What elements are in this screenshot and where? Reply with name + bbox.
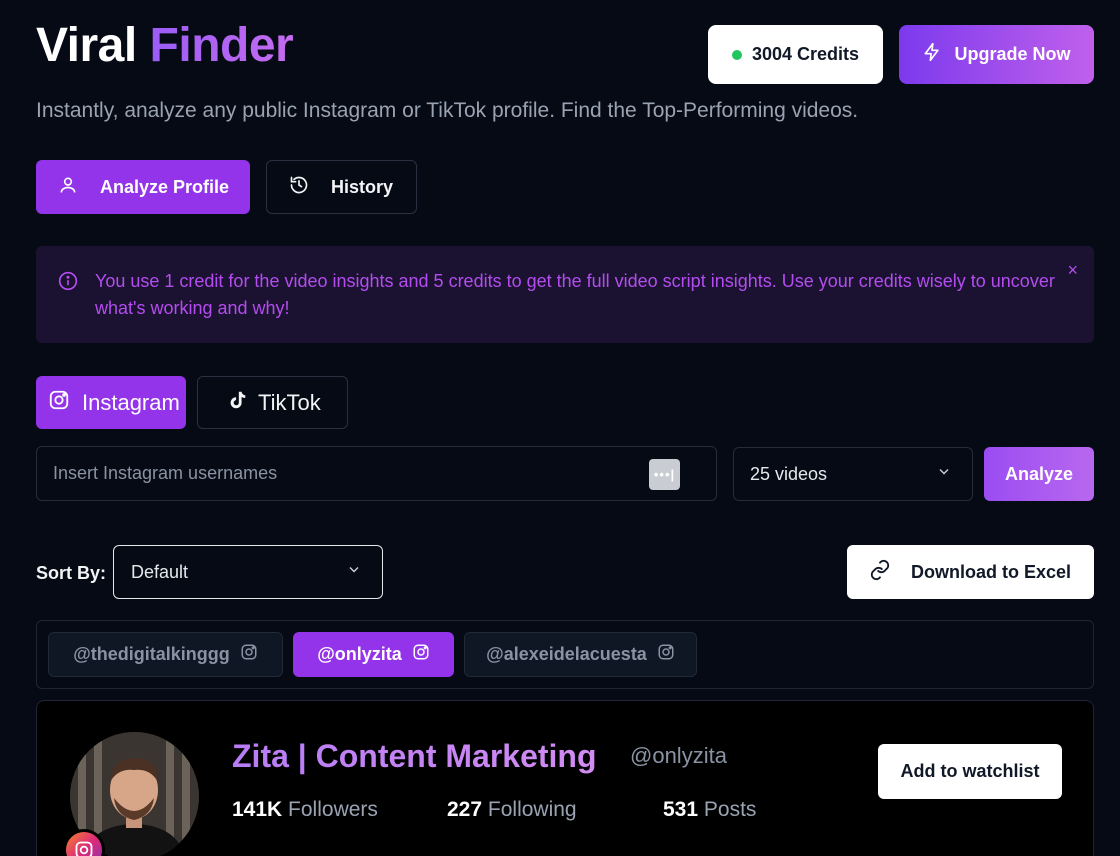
profile-card: Zita | Content Marketing @onlyzita 141K … [36,700,1094,856]
sort-select[interactable]: Default [113,545,383,599]
video-count-value: 25 videos [750,463,828,484]
sort-value: Default [131,561,189,582]
history-icon [289,175,309,200]
tiktok-tab-label: TikTok [258,389,321,415]
profile-chip[interactable]: @thedigitalkinggg [48,632,283,677]
video-count-select[interactable]: 25 videos [733,447,973,501]
user-icon [58,175,78,200]
download-label: Download to Excel [911,561,1072,582]
password-manager-icon[interactable]: •••| [649,459,680,490]
profile-chip-label: @onlyzita [317,644,402,664]
profile-chip-label: @thedigitalkinggg [73,644,230,664]
profile-chip[interactable]: @alexeidelacuesta [464,632,697,677]
status-dot-icon [731,49,742,60]
profile-chip-label: @alexeidelacuesta [486,644,647,664]
analyze-profile-tab[interactable]: Analyze Profile [36,160,250,214]
sort-label: Sort By: [36,563,107,583]
tiktok-icon [226,389,248,417]
instagram-tab-label: Instagram [82,389,180,415]
profile-chip-active[interactable]: @onlyzita [293,632,454,677]
instagram-icon [657,643,675,666]
analyze-button[interactable]: Analyze [984,447,1094,501]
download-excel-button[interactable]: Download to Excel [847,545,1094,599]
posts-count: 531 [663,798,699,821]
chevron-down-icon [346,562,362,583]
info-banner-text: You use 1 credit for the video insights … [95,271,1055,318]
following-label: Following [487,798,577,821]
instagram-icon [48,389,70,417]
history-tab[interactable]: History [266,160,417,214]
lightning-icon [922,42,942,67]
link-icon [869,559,891,586]
posts-stat: 531 Posts [663,798,756,822]
instagram-tab[interactable]: Instagram [36,376,186,429]
instagram-icon [412,643,430,666]
title-part-finder: Finder [149,19,294,72]
analyze-profile-label: Analyze Profile [100,176,230,197]
instagram-icon [240,643,258,666]
add-to-watchlist-button[interactable]: Add to watchlist [878,744,1062,799]
profile-name: Zita | Content Marketing [232,738,597,774]
following-count: 227 [447,798,483,821]
page-subtitle: Instantly, analyze any public Instagram … [36,99,859,122]
profile-chips: @thedigitalkinggg @onlyzita @alexeidelac… [36,620,1094,689]
credits-label: 3004 Credits [751,44,860,64]
chevron-down-icon [936,464,952,485]
followers-stat: 141K Followers [232,798,378,822]
username-input-wrapper: •••| [36,446,717,501]
upgrade-button[interactable]: Upgrade Now [899,25,1094,84]
info-icon [58,271,78,296]
title-part-viral: Viral [36,19,137,72]
followers-count: 141K [232,798,283,821]
upgrade-label: Upgrade Now [954,44,1071,64]
history-label: History [331,176,394,197]
followers-label: Followers [288,798,378,821]
info-banner: You use 1 credit for the video insights … [36,246,1094,343]
app-title: Viral Finder [36,18,294,74]
username-input[interactable] [37,447,637,500]
following-stat: 227 Following [447,798,577,822]
close-icon[interactable]: × [1067,260,1078,281]
credits-button[interactable]: 3004 Credits [708,25,883,84]
profile-handle: @onlyzita [630,743,727,768]
tiktok-tab[interactable]: TikTok [197,376,348,429]
posts-label: Posts [703,798,757,821]
